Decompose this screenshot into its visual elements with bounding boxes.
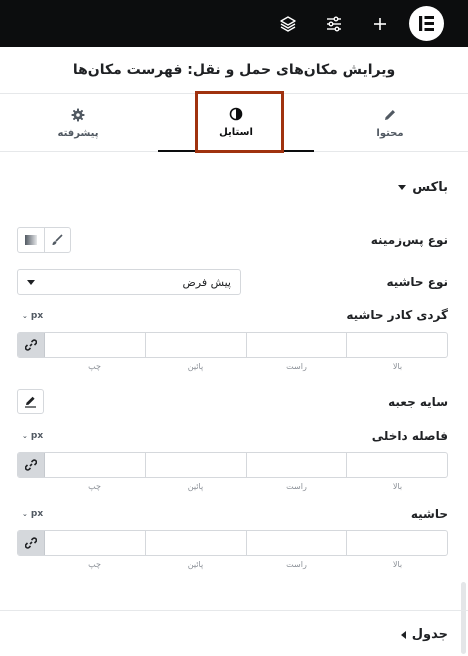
padding-side-labels: چپ پائین راست بالا (44, 482, 448, 491)
unit-label: px (30, 509, 44, 519)
margin-dimensions (17, 530, 448, 556)
background-type-control (17, 227, 71, 253)
pencil-icon (25, 396, 36, 408)
top-toolbar (0, 0, 468, 47)
chevron-down-icon: ⌄ (22, 510, 28, 518)
link-values-button[interactable] (18, 531, 45, 555)
right-input[interactable] (245, 531, 347, 555)
caret-down-icon (398, 185, 407, 190)
top-input[interactable] (346, 333, 447, 357)
padding-unit[interactable]: ⌄ px (22, 431, 43, 441)
link-icon (24, 459, 37, 471)
link-values-button[interactable] (18, 453, 45, 477)
bottom-input[interactable] (145, 453, 246, 477)
chevron-down-icon: ⌄ (22, 432, 28, 440)
chevron-down-icon: ⌄ (22, 312, 28, 320)
unit-label: px (30, 311, 44, 321)
tab-content-label: محتوا (376, 127, 404, 139)
border-radius-unit[interactable]: ⌄ px (22, 311, 43, 321)
side-label-right: راست (286, 560, 307, 569)
background-type-label: نوع پس‌زمینه (370, 233, 448, 247)
box-shadow-edit-button[interactable] (17, 389, 44, 414)
table-section-header[interactable]: جدول (400, 627, 448, 642)
sliders-icon[interactable] (322, 12, 346, 36)
padding-label: فاصله داخلی (371, 429, 448, 443)
side-label-right: راست (286, 482, 307, 491)
margin-unit[interactable]: ⌄ px (22, 509, 43, 519)
top-input[interactable] (346, 453, 447, 477)
side-label-top: بالا (392, 560, 403, 569)
gradient-button[interactable] (18, 228, 44, 252)
plus-icon[interactable] (368, 12, 392, 36)
side-label-left: چپ (88, 482, 101, 491)
margin-label: حاشیه (410, 507, 448, 521)
bottom-input[interactable] (145, 333, 246, 357)
side-label-left: چپ (88, 560, 101, 569)
caret-left-icon (400, 630, 406, 639)
elementor-logo[interactable] (409, 6, 444, 41)
section-divider (0, 610, 468, 611)
border-type-select[interactable]: پیش فرض (17, 269, 241, 295)
tab-bar: محتوا استایل پیشرفته (0, 94, 468, 152)
padding-dimensions (17, 452, 448, 478)
classic-brush-button[interactable] (43, 228, 70, 252)
box-shadow-label: سایه جعبه (388, 395, 448, 409)
table-section-title: جدول (411, 627, 448, 642)
box-section-title: باکس (412, 180, 448, 195)
left-input[interactable] (45, 531, 146, 555)
link-icon (24, 537, 37, 549)
margin-side-labels: چپ پائین راست بالا (44, 560, 448, 569)
side-label-bottom: پائین (187, 362, 204, 371)
layers-icon[interactable] (276, 12, 300, 36)
left-input[interactable] (45, 453, 146, 477)
link-icon (24, 339, 37, 351)
pencil-icon (385, 109, 395, 120)
side-label-bottom: پائین (187, 482, 204, 491)
right-input[interactable] (245, 453, 347, 477)
border-type-label: نوع حاشیه (386, 275, 448, 289)
scrollbar[interactable] (461, 582, 466, 654)
side-label-top: بالا (392, 482, 403, 491)
box-section-header[interactable]: باکس (398, 180, 448, 195)
side-label-right: راست (286, 362, 307, 371)
tab-style-label: استایل (219, 126, 253, 138)
chevron-down-icon (27, 279, 35, 285)
bottom-input[interactable] (145, 531, 246, 555)
tab-advanced-label: پیشرفته (57, 127, 99, 139)
side-label-left: چپ (88, 362, 101, 371)
tab-advanced[interactable]: پیشرفته (0, 94, 156, 152)
side-label-bottom: پائین (187, 560, 204, 569)
border-radius-label: گردی کادر حاشیه (346, 308, 448, 322)
half-circle-icon (229, 107, 243, 120)
gradient-icon (24, 235, 37, 245)
gear-icon (71, 108, 85, 121)
side-label-top: بالا (392, 362, 403, 371)
left-input[interactable] (45, 333, 146, 357)
tab-content[interactable]: محتوا (312, 94, 468, 152)
panel-title: ویرایش مکان‌های حمل و نقل: فهرست مکان‌ها (0, 47, 468, 94)
border-radius-dimensions (17, 332, 448, 358)
link-values-button[interactable] (18, 333, 45, 357)
top-input[interactable] (346, 531, 447, 555)
unit-label: px (30, 431, 44, 441)
border-type-value: پیش فرض (182, 275, 231, 289)
brush-icon (52, 234, 64, 245)
right-input[interactable] (245, 333, 347, 357)
tab-style[interactable]: استایل (158, 94, 314, 152)
border-radius-side-labels: چپ پائین راست بالا (44, 362, 448, 371)
